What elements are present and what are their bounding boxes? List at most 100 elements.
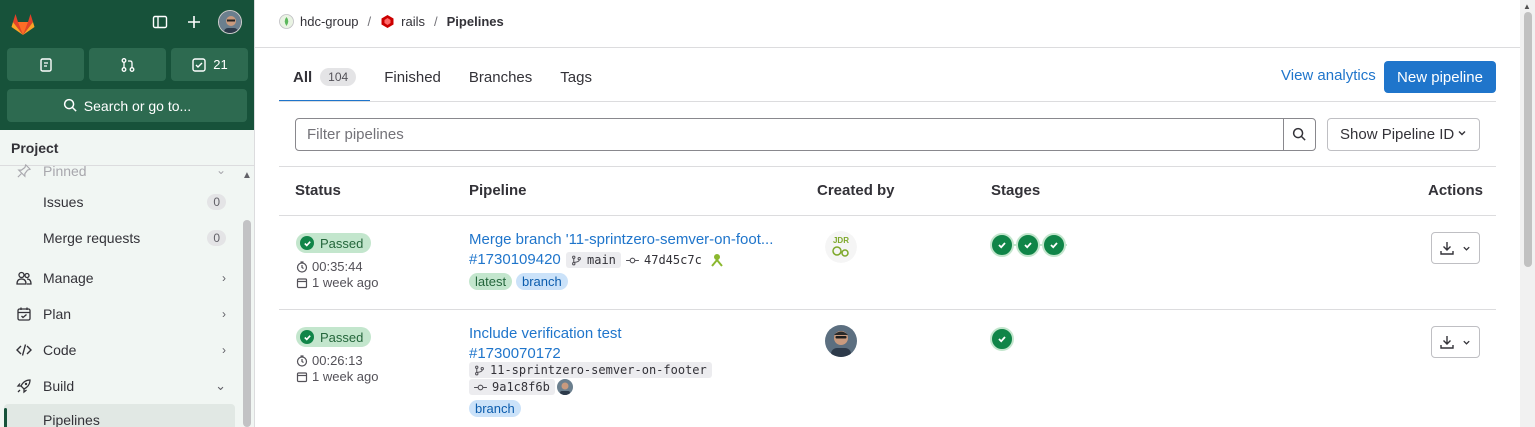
pipeline-commit-title-link[interactable]: Include verification test — [469, 325, 622, 342]
todo-icon — [192, 57, 206, 72]
tab-label: Tags — [560, 68, 592, 86]
stage-success-icon[interactable] — [990, 233, 1014, 257]
rocket-icon — [15, 377, 33, 395]
pin-icon — [15, 162, 33, 180]
breadcrumb-separator: / — [434, 14, 438, 29]
issues-count-button[interactable] — [7, 48, 84, 81]
tab-label: Branches — [468, 68, 533, 86]
creator-avatar[interactable]: JDR — [825, 231, 857, 263]
clock-icon — [296, 354, 308, 367]
tab-branches[interactable]: Branches — [455, 52, 546, 102]
sidebar-item-merge-requests[interactable]: Merge requests 0 — [0, 220, 240, 256]
user-avatar[interactable] — [218, 10, 242, 34]
tab-count-badge: 104 — [320, 68, 357, 86]
sidebar-item-manage[interactable]: Manage › — [0, 260, 240, 296]
creator-avatar[interactable] — [825, 325, 857, 357]
branch-badge: branch — [469, 400, 521, 417]
main-content: hdc-group / rails / Pipelines All 104 Fi… — [255, 0, 1520, 427]
column-header-created-by: Created by — [817, 182, 895, 199]
stage-success-icon[interactable] — [1016, 233, 1040, 257]
finished-time: 1 week ago — [296, 369, 379, 384]
status-badge[interactable]: Passed — [296, 327, 372, 347]
branch-badge: branch — [516, 273, 568, 290]
pipeline-id-link[interactable]: #1730109420 — [469, 251, 561, 268]
issues-icon — [39, 57, 52, 72]
stage-success-icon[interactable] — [1042, 233, 1066, 257]
column-header-actions: Actions — [1428, 182, 1484, 199]
commit-sha[interactable]: 47d45c7c — [621, 252, 707, 268]
breadcrumb-group[interactable]: hdc-group — [300, 14, 359, 29]
gitlab-logo-icon[interactable] — [10, 11, 36, 37]
sidebar-section-title: Project — [0, 130, 254, 166]
chevron-down-icon — [1463, 246, 1470, 251]
table-header: Status Pipeline Created by Stages Action… — [255, 182, 1496, 202]
todos-count-button[interactable]: 21 — [171, 48, 248, 81]
sidebar: 21 Search or go to... Project Pinned ⌄ I… — [0, 0, 255, 427]
dropdown-label: Show Pipeline ID — [1340, 126, 1455, 143]
commit-author-avatar[interactable] — [709, 252, 725, 268]
scrollbar-thumb[interactable] — [1524, 12, 1532, 267]
sidebar-item-pinned[interactable]: Pinned ⌄ — [0, 163, 240, 184]
divider — [279, 309, 1496, 310]
breadcrumb-current[interactable]: Pipelines — [447, 14, 504, 29]
scrollbar-thumb[interactable] — [243, 220, 251, 427]
sidebar-item-build[interactable]: Build ⌄ — [0, 368, 240, 404]
sidebar-toggle-icon[interactable] — [150, 12, 170, 32]
page-scrollbar[interactable]: ▲ — [1520, 0, 1535, 427]
sidebar-item-label: Pipelines — [43, 412, 100, 427]
plus-icon[interactable] — [184, 12, 204, 32]
sidebar-item-pipelines[interactable]: Pipelines — [4, 404, 235, 427]
todos-count: 21 — [213, 57, 228, 72]
project-avatar-icon — [380, 14, 395, 29]
filter-search-button[interactable] — [1283, 118, 1316, 151]
stage-success-icon[interactable] — [990, 327, 1014, 351]
download-artifacts-button[interactable] — [1431, 232, 1480, 264]
column-header-pipeline: Pipeline — [469, 182, 527, 199]
sidebar-item-label: Plan — [43, 306, 72, 322]
column-header-status: Status — [295, 182, 341, 199]
breadcrumb-project[interactable]: rails — [401, 14, 425, 29]
tab-tags[interactable]: Tags — [546, 52, 606, 102]
sidebar-item-label: Build — [43, 378, 75, 394]
project-heading: Project — [11, 140, 59, 156]
merge-requests-count-badge: 0 — [207, 230, 226, 246]
finished-text: 1 week ago — [312, 369, 379, 384]
branch-ref[interactable]: main — [566, 252, 621, 268]
tab-finished[interactable]: Finished — [370, 52, 455, 102]
tab-all[interactable]: All 104 — [279, 52, 371, 102]
scroll-up-arrow-icon[interactable]: ▲ — [1523, 2, 1531, 11]
breadcrumb-separator: / — [367, 14, 372, 29]
merge-requests-count-button[interactable] — [89, 48, 166, 81]
view-analytics-link[interactable]: View analytics — [1281, 67, 1376, 84]
chevron-down-icon — [1463, 340, 1470, 345]
search-icon — [63, 98, 77, 112]
sidebar-item-issues[interactable]: Issues 0 — [0, 184, 240, 220]
branch-name: main — [587, 253, 616, 267]
column-header-stages: Stages — [991, 182, 1041, 199]
duration-text: 00:26:13 — [312, 353, 363, 368]
divider — [279, 101, 1496, 102]
chevron-right-icon: › — [222, 271, 226, 285]
commit-sha[interactable]: 9a1c8f6b — [469, 379, 555, 395]
status-badge[interactable]: Passed — [296, 233, 372, 253]
sidebar-item-plan[interactable]: Plan › — [0, 296, 240, 332]
commit-author-avatar[interactable] — [557, 379, 573, 395]
commit-icon — [474, 384, 487, 390]
scroll-up-arrow-icon[interactable]: ▲ — [242, 170, 252, 181]
filter-pipelines-input[interactable]: Filter pipelines — [295, 118, 1284, 151]
branch-ref[interactable]: 11-sprintzero-semver-on-footer — [469, 362, 712, 378]
search-icon — [1292, 127, 1306, 141]
status-text: Passed — [320, 235, 364, 251]
pipeline-id-link[interactable]: #1730070172 — [469, 345, 561, 362]
show-pipeline-id-dropdown[interactable]: Show Pipeline ID — [1327, 118, 1480, 151]
users-icon — [15, 269, 33, 287]
search-button[interactable]: Search or go to... — [7, 89, 247, 122]
sidebar-item-code[interactable]: Code › — [0, 332, 240, 368]
new-pipeline-button[interactable]: New pipeline — [1384, 61, 1496, 93]
download-artifacts-button[interactable] — [1431, 326, 1480, 358]
chevron-right-icon: › — [222, 307, 226, 321]
calendar-icon — [296, 371, 308, 382]
sidebar-scrollbar[interactable]: ▲ — [242, 168, 252, 427]
finished-text: 1 week ago — [312, 275, 379, 290]
pipeline-commit-title-link[interactable]: Merge branch '11-sprintzero-semver-on-fo… — [469, 231, 773, 248]
